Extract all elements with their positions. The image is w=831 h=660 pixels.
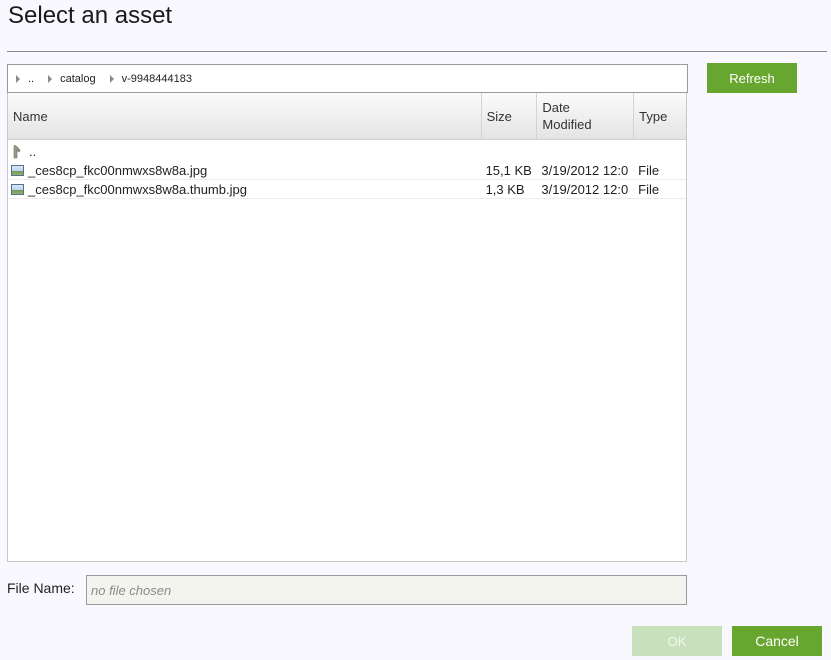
file-name: _ces8cp_fkc00nmwxs8w8a.jpg xyxy=(28,162,208,178)
grid-header: Name Size Date Modified Type xyxy=(8,93,686,140)
file-browser: Name Size Date Modified Type .. _ces8cp_… xyxy=(7,93,687,562)
column-header-size[interactable]: Size xyxy=(482,93,538,139)
file-size: 15,1 KB xyxy=(485,162,532,178)
up-folder-icon xyxy=(11,144,23,159)
ok-button[interactable]: OK xyxy=(632,626,722,656)
breadcrumb-item-parent[interactable]: .. xyxy=(16,73,34,85)
parent-folder-row[interactable]: .. xyxy=(8,142,686,161)
file-date: 3/19/2012 12:0 xyxy=(541,162,629,178)
dialog-title: Select an asset xyxy=(8,2,173,29)
breadcrumb-label: .. xyxy=(28,72,35,85)
file-date: 3/19/2012 12:0 xyxy=(541,181,629,197)
breadcrumb-item-current[interactable]: v-9948444183 xyxy=(109,72,192,85)
title-divider xyxy=(7,51,827,52)
breadcrumb-label: catalog xyxy=(60,72,96,85)
file-name-input[interactable] xyxy=(86,575,687,605)
column-header-date-line2: Modified xyxy=(542,117,592,132)
column-header-date-modified[interactable]: Date Modified xyxy=(537,93,635,139)
file-type: File xyxy=(638,162,660,178)
chevron-right-icon xyxy=(48,74,53,83)
parent-folder-label: .. xyxy=(29,144,37,159)
file-name-label: File Name: xyxy=(7,580,75,596)
chevron-right-icon xyxy=(16,74,20,83)
breadcrumb-item-catalog[interactable]: catalog xyxy=(48,72,96,85)
file-size: 1,3 KB xyxy=(485,181,525,197)
image-file-icon xyxy=(11,183,24,195)
column-header-name[interactable]: Name xyxy=(8,93,482,139)
refresh-button[interactable]: Refresh xyxy=(707,63,797,93)
breadcrumb: .. catalog v-9948444183 xyxy=(7,64,688,93)
cancel-button[interactable]: Cancel xyxy=(732,626,822,656)
table-row[interactable]: _ces8cp_fkc00nmwxs8w8a.thumb.jpg 1,3 KB … xyxy=(8,180,686,199)
image-file-icon xyxy=(11,164,24,176)
file-type: File xyxy=(638,181,660,197)
column-header-date-line1: Date xyxy=(542,100,570,115)
chevron-right-icon xyxy=(109,74,114,83)
column-header-type[interactable]: Type xyxy=(634,93,686,139)
breadcrumb-label: v-9948444183 xyxy=(121,72,192,85)
file-name: _ces8cp_fkc00nmwxs8w8a.thumb.jpg xyxy=(28,181,247,197)
table-row[interactable]: _ces8cp_fkc00nmwxs8w8a.jpg 15,1 KB 3/19/… xyxy=(8,161,686,180)
